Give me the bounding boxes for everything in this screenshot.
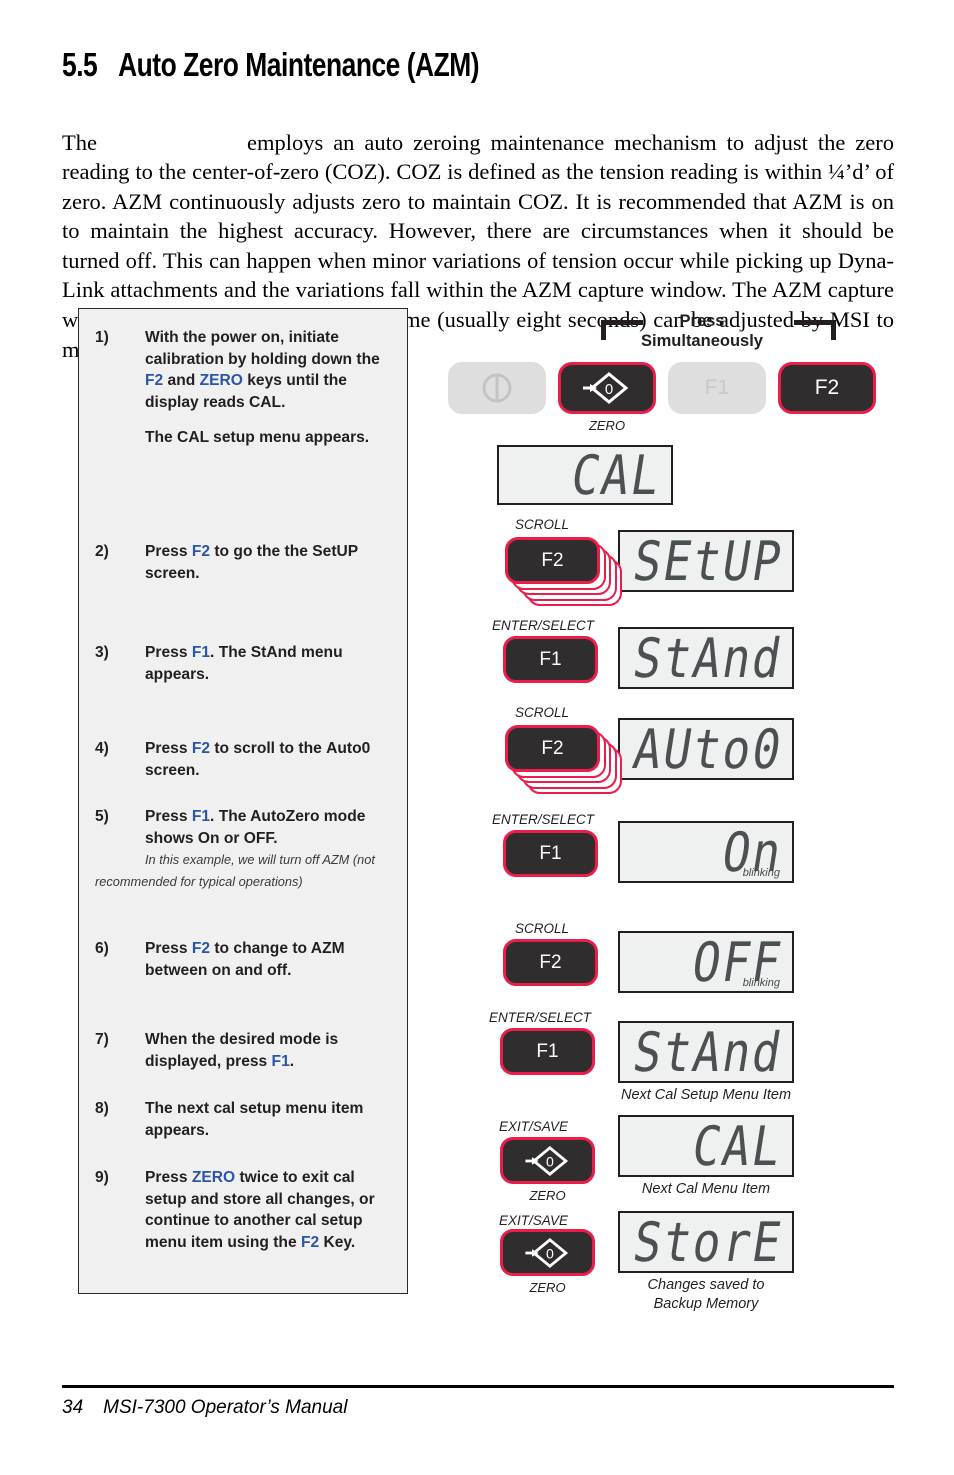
svg-text:0: 0 — [605, 381, 613, 398]
flow-key-f2-scroll-1[interactable]: F2 — [505, 537, 600, 584]
zero-diamond-icon: 0 — [524, 1145, 568, 1176]
lcd-cal: CAL — [497, 443, 673, 507]
action-label-scroll-1: SCROLL — [515, 517, 570, 532]
zero-caption-1: ZERO — [529, 1188, 566, 1203]
lcd-store-text: StorE — [628, 1210, 788, 1274]
caption-next-cal-setup-menu-item: Next Cal Setup Menu Item — [620, 1087, 792, 1103]
zero-diamond-icon: 0 — [524, 1237, 568, 1268]
flow-key-f1-enter-2[interactable]: F1 — [503, 830, 598, 877]
caption-changes-saved-line1: Changes saved to — [647, 1277, 765, 1293]
lcd-stand-2: StAnd — [618, 1020, 794, 1084]
action-label-enter-1: ENTER/SELECT — [492, 618, 595, 633]
lcd-auto0-text: AUto0 — [628, 717, 788, 781]
action-label-exit-1: EXIT/SAVE — [499, 1119, 569, 1134]
lcd-auto0: AUto0 — [618, 717, 794, 781]
footer-rule — [62, 1385, 894, 1389]
flow-key-label: F2 — [539, 951, 562, 973]
zero-caption-2: ZERO — [529, 1280, 566, 1295]
bracket-left — [601, 320, 643, 340]
flow-key-zero-exit-2[interactable]: 0 — [500, 1229, 595, 1276]
lcd-stand-1-text: StAnd — [628, 626, 788, 690]
lcd-off-blinking-label: blinking — [742, 977, 780, 989]
lcd-cal-text: CAL — [566, 443, 667, 507]
flow-key-label: F1 — [539, 842, 562, 864]
caption-next-cal-menu-item: Next Cal Menu Item — [641, 1181, 771, 1197]
f2-key-label: F2 — [814, 376, 840, 399]
lcd-cal-2-text: CAL — [687, 1114, 788, 1178]
power-key[interactable] — [448, 362, 546, 414]
bracket-right — [794, 320, 836, 340]
svg-text:0: 0 — [545, 1153, 553, 1169]
lcd-off: OFF blinking — [618, 930, 794, 994]
flow-key-f1-enter-3[interactable]: F1 — [500, 1028, 595, 1075]
flow-key-f1-enter-1[interactable]: F1 — [503, 636, 598, 683]
zero-diamond-icon: 0 — [583, 372, 629, 404]
lcd-setup-text: SEtUP — [628, 529, 788, 593]
page-number: 34 — [62, 1397, 84, 1418]
flow-key-f2-scroll-3[interactable]: F2 — [503, 939, 598, 986]
action-label-enter-3: ENTER/SELECT — [489, 1010, 592, 1025]
action-label-exit-2: EXIT/SAVE — [499, 1213, 569, 1228]
caption-changes-saved-line2: Backup Memory — [653, 1296, 759, 1312]
lcd-cal-2: CAL — [618, 1114, 794, 1178]
press-line-1: Press — [679, 312, 725, 330]
lcd-stand-1: StAnd — [618, 626, 794, 690]
lcd-on-blinking-label: blinking — [742, 867, 780, 879]
action-label-enter-2: ENTER/SELECT — [492, 812, 595, 827]
action-label-scroll-3: SCROLL — [515, 921, 570, 936]
press-line-2: Simultaneously — [641, 332, 763, 350]
f2-key[interactable]: F2 — [778, 362, 876, 414]
zero-key-caption: ZERO — [588, 418, 626, 433]
f1-key-label: F1 — [704, 376, 730, 399]
footer: 34 MSI-7300 Operator’s Manual — [62, 1397, 347, 1419]
footer-title: MSI-7300 Operator’s Manual — [103, 1397, 348, 1418]
lcd-stand-2-text: StAnd — [628, 1020, 788, 1084]
flow-key-zero-exit-1[interactable]: 0 — [500, 1137, 595, 1184]
action-label-scroll-2: SCROLL — [515, 705, 570, 720]
flow-key-f2-scroll-2[interactable]: F2 — [505, 725, 600, 772]
flow-key-label: F1 — [539, 648, 562, 670]
power-icon — [482, 373, 512, 403]
flow-key-label: F2 — [541, 549, 564, 571]
f1-key[interactable]: F1 — [668, 362, 766, 414]
lcd-on: On blinking — [618, 820, 794, 884]
zero-key[interactable]: 0 — [558, 362, 656, 414]
svg-text:0: 0 — [545, 1245, 553, 1261]
flow-key-label: F2 — [541, 737, 564, 759]
lcd-store: StorE — [618, 1210, 794, 1274]
flow-key-label: F1 — [536, 1040, 559, 1062]
lcd-setup: SEtUP — [618, 529, 794, 593]
